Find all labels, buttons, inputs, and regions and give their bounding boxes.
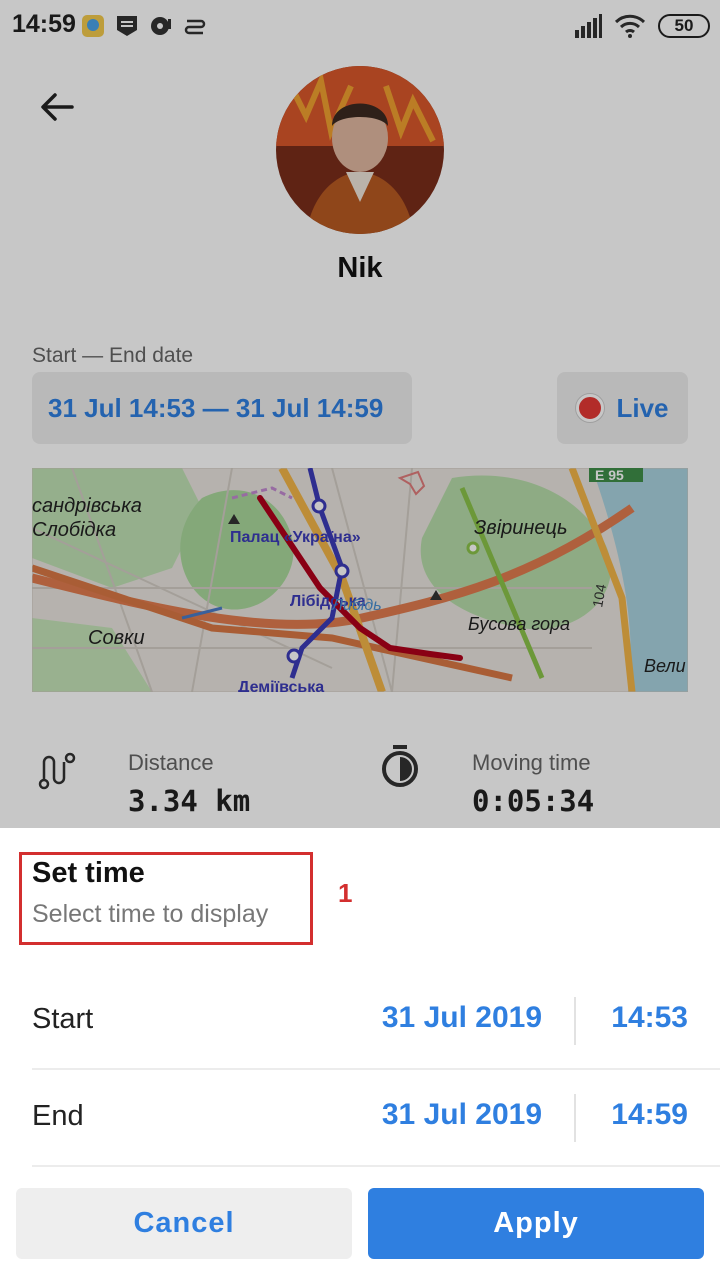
cancel-button[interactable]: Cancel [16, 1188, 352, 1259]
apply-button[interactable]: Apply [368, 1188, 704, 1259]
start-row: Start 31 Jul 2019 14:53 [32, 973, 720, 1070]
end-time-button[interactable]: 14:59 [611, 1098, 688, 1132]
row-separator [574, 997, 576, 1045]
divider [32, 1165, 720, 1167]
row-separator [574, 1094, 576, 1142]
annotation-number: 1 [338, 878, 353, 908]
tracking-screen: 14:59 50 Nik Start — End date 31 Jul 14:… [0, 0, 720, 828]
start-label: Start [32, 1003, 94, 1035]
end-date-button[interactable]: 31 Jul 2019 [382, 1098, 542, 1132]
start-time-button[interactable]: 14:53 [611, 1001, 688, 1035]
end-label: End [32, 1100, 84, 1132]
set-time-sheet: Set time Select time to display 1 Start … [0, 828, 720, 1280]
annotation-box [19, 852, 313, 945]
start-date-button[interactable]: 31 Jul 2019 [382, 1001, 542, 1035]
end-row: End 31 Jul 2019 14:59 [32, 1070, 720, 1167]
modal-scrim[interactable] [0, 0, 720, 828]
